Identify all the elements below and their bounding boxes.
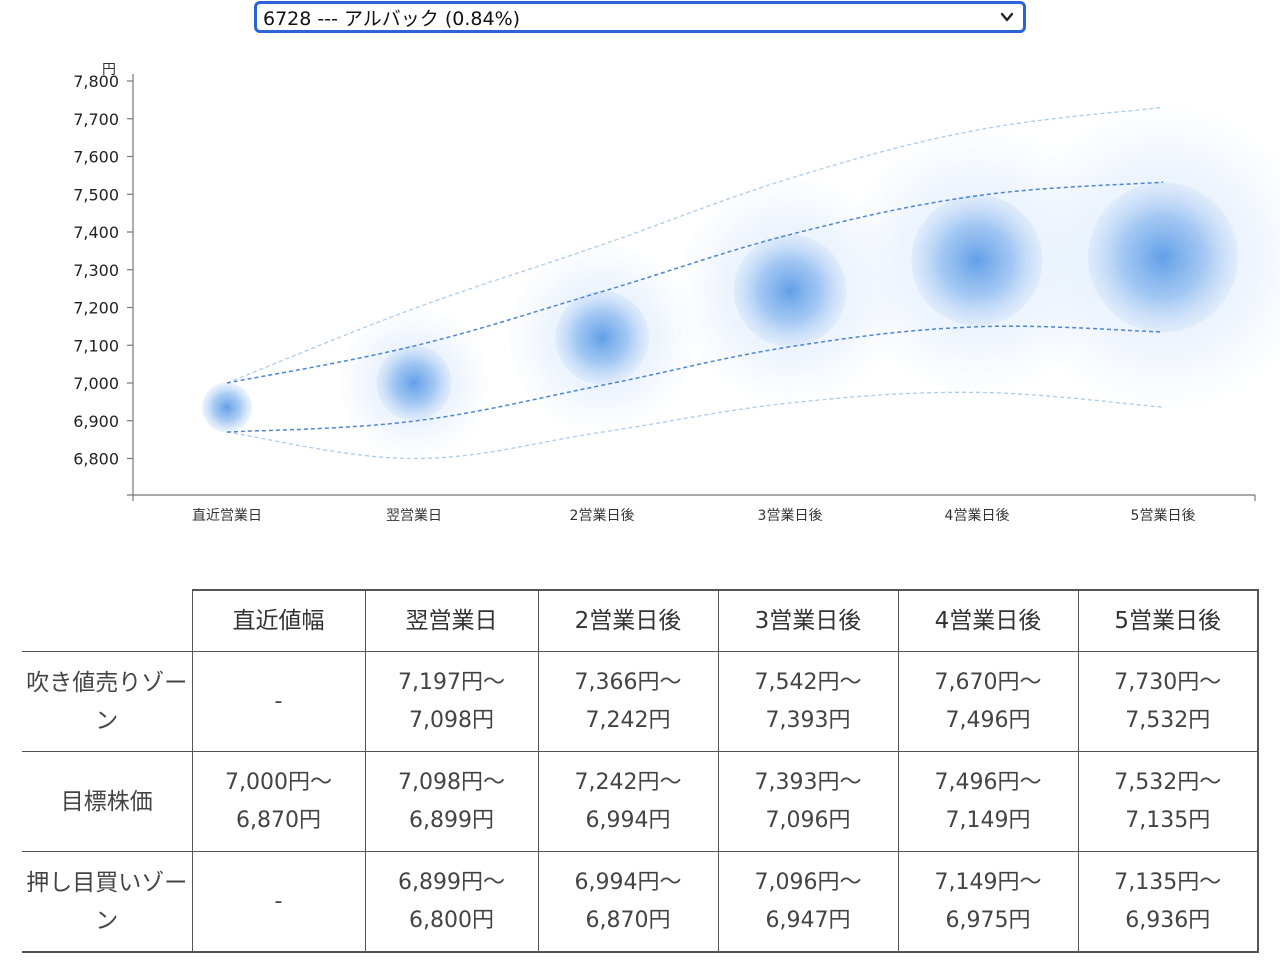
x-category-label: 直近営業日 xyxy=(192,507,262,524)
cell-text: 7,242円〜 xyxy=(574,769,682,795)
cell-text: 7,135円〜 xyxy=(1114,869,1222,895)
row-target-price: 目標株価 7,000円〜 6,870円 7,098円〜 6,899円 7,242円〜 6,9… xyxy=(22,751,1259,852)
chevron-down-icon xyxy=(1000,12,1014,22)
cell-text: 7,149円 xyxy=(945,807,1031,833)
row-label: 押し目買いゾーン xyxy=(22,851,193,953)
row-buy-zone: 押し目買いゾーン - 6,899円〜 6,800円 6,994円〜 6,870円 7,096… xyxy=(22,851,1259,953)
table-cell: 7,135円〜 6,936円 xyxy=(1077,851,1259,953)
target-zone-bubble xyxy=(376,345,452,421)
cell-text: 7,096円〜 xyxy=(754,869,862,895)
header-recent-range: 直近値幅 xyxy=(191,589,366,652)
cell-text: 6,936円 xyxy=(1125,907,1211,933)
table-cell: 6,994円〜 6,870円 xyxy=(537,851,719,953)
cell-text: 7,242円 xyxy=(585,707,671,733)
cell-text: 7,532円〜 xyxy=(1114,769,1222,795)
y-tick-label: 6,900 xyxy=(73,412,119,431)
cell-text: 7,366円〜 xyxy=(574,669,682,695)
table-cell: 7,670円〜 7,496円 xyxy=(897,651,1079,752)
stock-select-dropdown[interactable]: 6728 --- アルバック (0.84%) xyxy=(254,1,1026,33)
cell-text: 7,393円 xyxy=(765,707,851,733)
y-tick-label: 7,000 xyxy=(73,374,119,393)
target-zone-bubble xyxy=(555,290,649,385)
header-day-5: 5営業日後 xyxy=(1077,589,1259,652)
y-tick-label: 7,800 xyxy=(73,72,119,91)
y-tick-label: 7,500 xyxy=(73,185,119,204)
cell-text: 7,000円〜 xyxy=(225,769,332,795)
table-cell: 7,393円〜 7,096円 xyxy=(717,751,899,852)
target-zone-bubble xyxy=(911,194,1043,326)
y-tick-label: 6,800 xyxy=(73,450,119,469)
cell-text: 7,096円 xyxy=(765,807,851,833)
y-tick-label: 7,200 xyxy=(73,299,119,318)
cell-text: 6,899円〜 xyxy=(398,869,505,895)
cell-text: 6,800円 xyxy=(409,907,494,933)
table-cell: - xyxy=(191,851,366,953)
forecast-zone-table: 直近値幅 翌営業日 2営業日後 3営業日後 4営業日後 5営業日後 吹き値売りゾ… xyxy=(22,589,1259,953)
row-sell-zone: 吹き値売りゾーン - 7,197円〜 7,098円 7,366円〜 7,242円 7,542… xyxy=(22,651,1259,752)
cell-text: 7,532円 xyxy=(1125,707,1211,733)
cell-text: 7,393円〜 xyxy=(754,769,862,795)
cell-text: 7,496円 xyxy=(945,707,1031,733)
table-cell: 7,096円〜 6,947円 xyxy=(717,851,899,953)
cell-text: - xyxy=(274,888,283,914)
table-cell: 7,149円〜 6,975円 xyxy=(897,851,1079,953)
y-tick-label: 7,100 xyxy=(73,336,119,355)
cell-text: 6,994円 xyxy=(585,807,671,833)
target-zone-bubble xyxy=(202,382,252,433)
cell-text: 6,994円〜 xyxy=(574,869,682,895)
y-tick-label: 7,600 xyxy=(73,148,119,167)
cell-text: 6,947円 xyxy=(765,907,851,933)
y-tick-label: 7,700 xyxy=(73,110,119,129)
header-corner xyxy=(22,590,193,652)
y-tick-label: 7,400 xyxy=(73,223,119,242)
cell-text: - xyxy=(274,688,283,714)
header-day-3: 3営業日後 xyxy=(717,589,899,652)
cell-text: 7,496円〜 xyxy=(934,769,1042,795)
cell-text: 7,149円〜 xyxy=(934,869,1042,895)
table-cell: 7,197円〜 7,098円 xyxy=(364,651,539,752)
stock-select-value: 6728 --- アルバック (0.84%) xyxy=(263,7,521,30)
cell-text: 6,870円 xyxy=(236,807,321,833)
header-day-4: 4営業日後 xyxy=(897,589,1079,652)
table-cell: 7,000円〜 6,870円 xyxy=(191,751,366,852)
x-category-label: 5営業日後 xyxy=(1131,508,1196,524)
x-category-label: 4営業日後 xyxy=(945,508,1010,524)
table-cell: 7,098円〜 6,899円 xyxy=(364,751,539,852)
row-label: 目標株価 xyxy=(22,751,193,852)
x-category-label: 3営業日後 xyxy=(758,508,823,524)
header-day-2: 2営業日後 xyxy=(537,589,719,652)
cell-text: 6,870円 xyxy=(585,907,671,933)
row-label: 吹き値売りゾーン xyxy=(22,651,193,752)
cell-text: 7,197円〜 xyxy=(398,669,505,695)
header-next-day: 翌営業日 xyxy=(364,589,539,652)
table-cell: 7,242円〜 6,994円 xyxy=(537,751,719,852)
table-cell: 6,899円〜 6,800円 xyxy=(364,851,539,953)
forecast-bubble-chart: 円6,8006,9007,0007,1007,2007,3007,4007,50… xyxy=(73,62,1280,524)
table-cell: 7,730円〜 7,532円 xyxy=(1077,651,1259,752)
cell-text: 7,135円 xyxy=(1125,807,1211,833)
target-zone-bubble xyxy=(1088,182,1238,333)
cell-text: 7,670円〜 xyxy=(934,669,1042,695)
cell-text: 7,098円〜 xyxy=(398,769,505,795)
cell-text: 7,542円〜 xyxy=(754,669,862,695)
cell-text: 7,730円〜 xyxy=(1114,669,1222,695)
target-zone-bubble xyxy=(733,234,847,347)
x-category-label: 2営業日後 xyxy=(570,508,635,524)
cell-text: 6,975円 xyxy=(945,907,1031,933)
cell-text: 7,098円 xyxy=(409,707,494,733)
table-cell: 7,496円〜 7,149円 xyxy=(897,751,1079,852)
cell-text: 6,899円 xyxy=(409,807,494,833)
table-cell: 7,542円〜 7,393円 xyxy=(717,651,899,752)
table-header-row: 直近値幅 翌営業日 2営業日後 3営業日後 4営業日後 5営業日後 xyxy=(22,589,1259,652)
x-category-label: 翌営業日 xyxy=(386,508,442,524)
y-tick-label: 7,300 xyxy=(73,261,119,280)
table-cell: - xyxy=(191,651,366,752)
table-cell: 7,366円〜 7,242円 xyxy=(537,651,719,752)
table-cell: 7,532円〜 7,135円 xyxy=(1077,751,1259,852)
